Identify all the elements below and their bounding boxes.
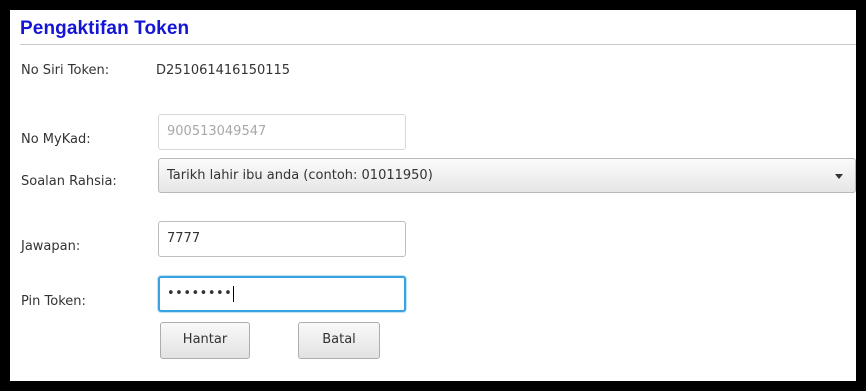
text-cursor <box>233 285 235 302</box>
pin-input[interactable]: •••••••• <box>158 276 406 312</box>
serial-label: No Siri Token: <box>21 63 110 78</box>
page-title: Pengaktifan Token <box>20 18 190 39</box>
secret-question-select[interactable]: Tarikh lahir ibu anda (contoh: 01011950) <box>158 158 856 193</box>
chevron-down-icon <box>835 174 843 179</box>
secret-question-label: Soalan Rahsia: <box>21 174 117 189</box>
cancel-button[interactable]: Batal <box>298 322 380 359</box>
pin-label: Pin Token: <box>21 294 86 309</box>
token-activation-panel: Pengaktifan Token No Siri Token: D251061… <box>10 10 856 381</box>
mykad-label: No MyKad: <box>21 132 91 147</box>
secret-question-value: Tarikh lahir ibu anda (contoh: 01011950) <box>167 168 433 183</box>
title-divider <box>20 44 856 45</box>
pin-masked-value: •••••••• <box>167 286 233 301</box>
mykad-field: 900513049547 <box>158 114 406 150</box>
answer-input[interactable]: 7777 <box>158 221 406 257</box>
answer-label: Jawapan: <box>21 239 81 254</box>
serial-value: D251061416150115 <box>156 63 291 78</box>
submit-button[interactable]: Hantar <box>160 322 250 359</box>
